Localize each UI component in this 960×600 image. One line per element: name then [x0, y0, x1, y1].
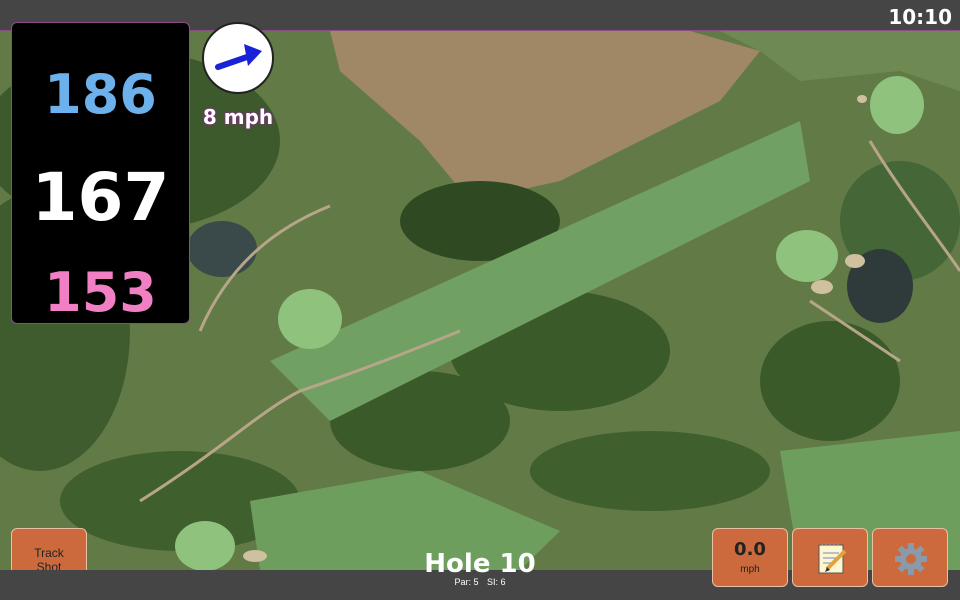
wind-indicator: [202, 22, 274, 94]
speed-button[interactable]: 0.0 mph: [712, 528, 788, 587]
settings-button[interactable]: [872, 528, 948, 587]
distance-center: 167: [31, 159, 170, 236]
distance-back: 186: [44, 63, 157, 126]
wind-arrow-icon: [215, 44, 262, 70]
track-shot-label-line1: Track: [34, 546, 64, 560]
speed-unit: mph: [740, 564, 760, 575]
hole-title: Hole 10: [424, 549, 536, 579]
hole-par: Par: 5: [454, 577, 479, 587]
wind-speed-label: 8 mph: [202, 105, 274, 129]
hole-info: Par: 5 SI: 6: [380, 577, 580, 587]
notes-button[interactable]: [792, 528, 868, 587]
speed-value: 0.0: [734, 539, 766, 560]
gear-icon: [895, 543, 927, 575]
green-current: [278, 289, 342, 349]
distance-front: 153: [44, 261, 157, 324]
distance-panel: 186 167 153: [11, 22, 190, 324]
clock: 10:10: [888, 5, 952, 29]
hole-stroke-index: SI: 6: [487, 577, 506, 587]
notepad-icon: [818, 543, 847, 574]
